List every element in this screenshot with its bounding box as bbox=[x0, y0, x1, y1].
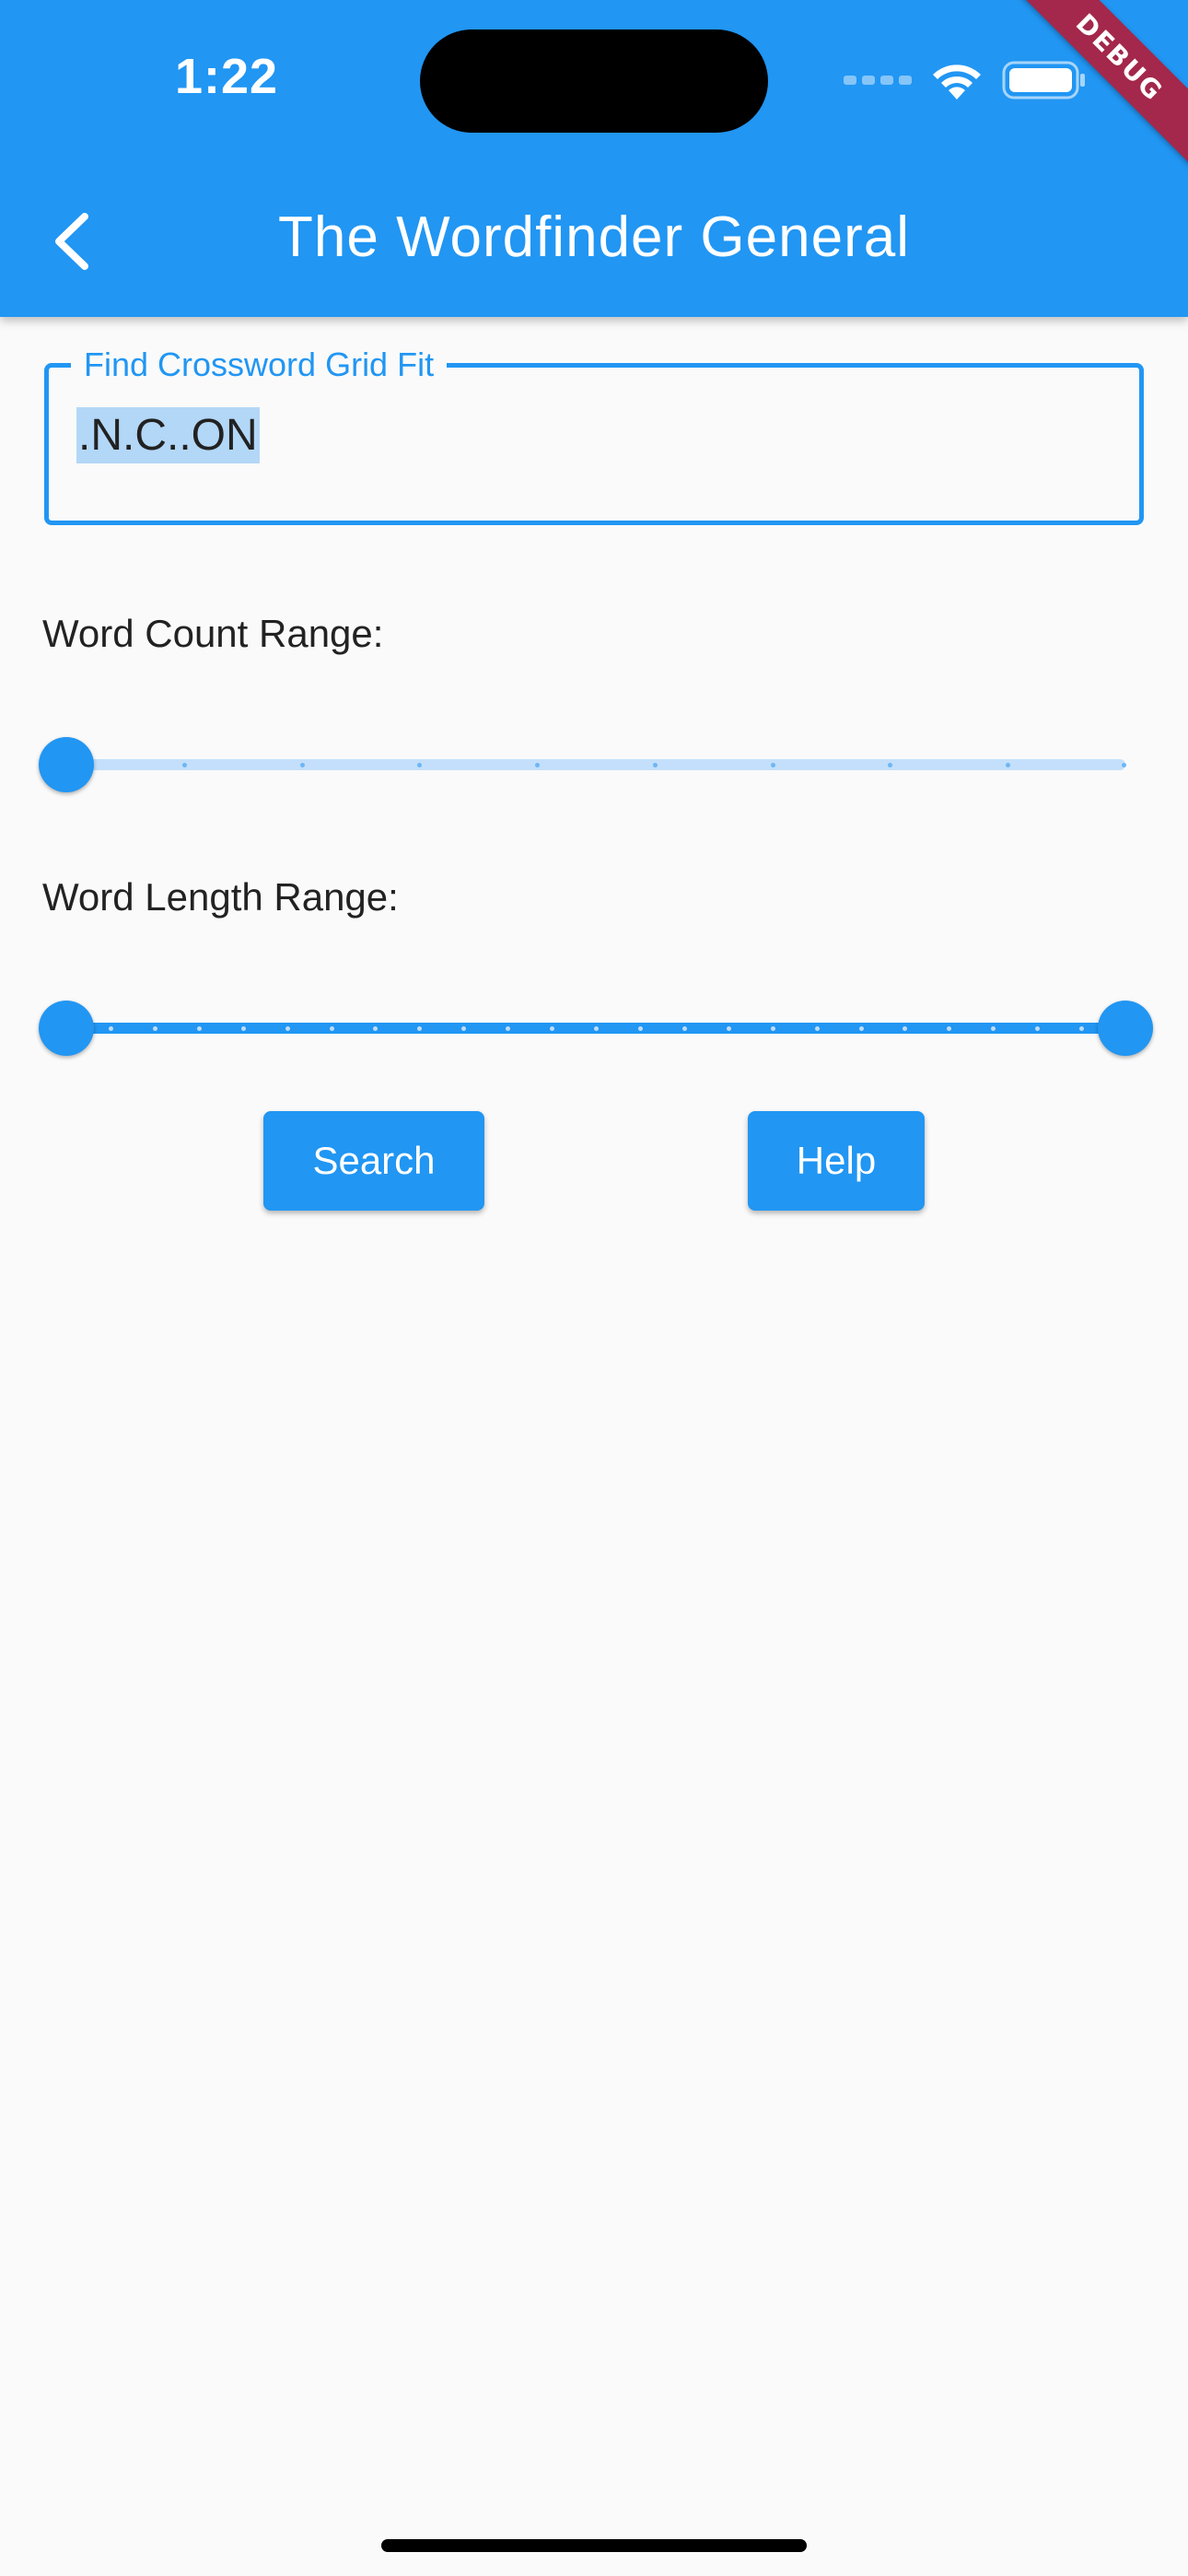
slider-track-inactive bbox=[66, 759, 1125, 770]
crossword-field[interactable]: Find Crossword Grid Fit .N.C..ON bbox=[44, 345, 1144, 525]
dynamic-island bbox=[420, 29, 768, 133]
slider-tick bbox=[181, 763, 187, 767]
crossword-field-label: Find Crossword Grid Fit bbox=[71, 345, 448, 384]
slider-thumb-end[interactable] bbox=[1098, 1001, 1153, 1056]
slider-tick bbox=[1122, 763, 1126, 767]
screen: 1:22 The Wordfinder General DEBUG Find C… bbox=[0, 0, 1188, 2576]
slider-thumb-start[interactable] bbox=[39, 737, 94, 792]
status-time: 1:22 bbox=[175, 49, 279, 104]
signal-icon bbox=[844, 76, 912, 85]
app-bar: 1:22 The Wordfinder General bbox=[0, 0, 1188, 317]
slider-tick bbox=[637, 1026, 643, 1031]
word-length-label: Word Length Range: bbox=[42, 875, 399, 919]
home-indicator bbox=[381, 2539, 807, 2552]
battery-icon bbox=[1002, 61, 1085, 100]
slider-tick bbox=[726, 1026, 731, 1031]
slider-tick bbox=[329, 1026, 334, 1031]
word-length-slider[interactable] bbox=[37, 991, 1153, 1065]
slider-tick bbox=[814, 1026, 820, 1031]
wifi-icon bbox=[933, 64, 981, 100]
slider-tick bbox=[858, 1026, 864, 1031]
slider-tick bbox=[652, 763, 658, 767]
slider-tick bbox=[681, 1026, 687, 1031]
search-button[interactable]: Search bbox=[263, 1111, 484, 1211]
crossword-input[interactable]: .N.C..ON bbox=[76, 407, 1108, 474]
word-count-slider[interactable] bbox=[37, 728, 1151, 802]
crossword-input-value: .N.C..ON bbox=[76, 407, 260, 463]
slider-tick bbox=[152, 1026, 157, 1031]
slider-tick bbox=[240, 1026, 246, 1031]
slider-thumb-start[interactable] bbox=[39, 1001, 94, 1056]
slider-tick bbox=[196, 1026, 202, 1031]
slider-tick bbox=[299, 763, 305, 767]
word-count-label: Word Count Range: bbox=[42, 612, 384, 655]
help-button[interactable]: Help bbox=[748, 1111, 925, 1211]
slider-tick bbox=[108, 1026, 113, 1031]
slider-tick bbox=[770, 763, 775, 767]
slider-tick bbox=[285, 1026, 290, 1031]
page-title: The Wordfinder General bbox=[278, 205, 910, 269]
slider-tick bbox=[594, 1026, 599, 1031]
status-icons bbox=[844, 57, 1087, 103]
slider-tick bbox=[770, 1026, 775, 1031]
